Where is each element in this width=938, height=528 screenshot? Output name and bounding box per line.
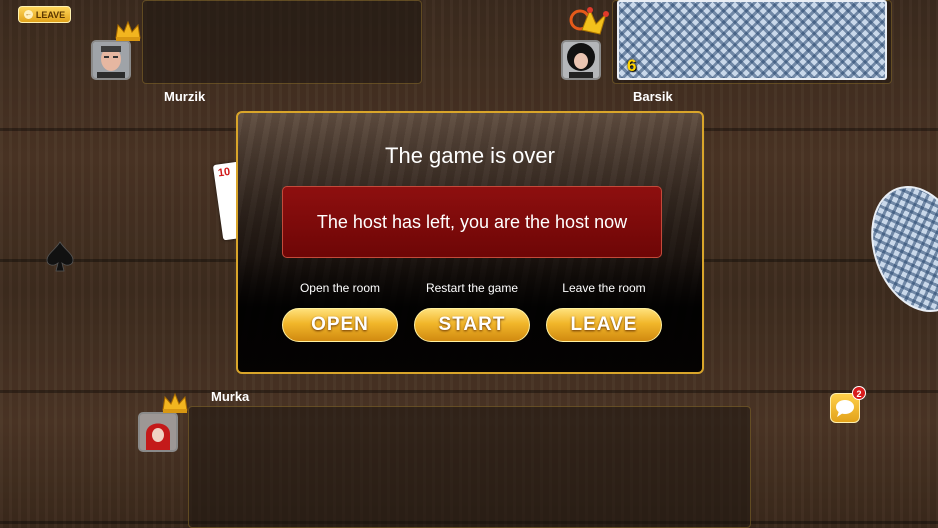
player-murzik-panel bbox=[142, 0, 422, 84]
opponent-hand-cards bbox=[617, 0, 887, 80]
dialog-title: The game is over bbox=[385, 143, 555, 168]
trump-suit-spade-icon bbox=[46, 241, 74, 272]
open-room-label: Open the room bbox=[299, 281, 381, 295]
avatar-face-icon bbox=[93, 42, 129, 78]
restart-game-label: Restart the game bbox=[425, 281, 519, 295]
open-button[interactable]: OPEN bbox=[282, 308, 398, 342]
leave-button[interactable]: ← LEAVE bbox=[18, 6, 71, 23]
opponent-card-count: 6 bbox=[627, 56, 637, 75]
game-over-dialog: The game is over The host has left, you … bbox=[236, 111, 704, 374]
my-hand-panel bbox=[188, 406, 751, 528]
player-name-murka: Murka bbox=[211, 389, 250, 404]
player-murzik-avatar[interactable] bbox=[91, 40, 131, 80]
leave-room-label: Leave the room bbox=[562, 281, 646, 295]
start-button[interactable]: START bbox=[414, 308, 530, 342]
player-name-murzik: Murzik bbox=[164, 89, 206, 104]
avatar-face-icon bbox=[140, 414, 176, 450]
chat-unread-badge: 2 bbox=[852, 386, 866, 400]
player-name-barsik: Barsik bbox=[633, 89, 673, 104]
deck-pile bbox=[854, 172, 938, 326]
host-crown-icon bbox=[115, 20, 141, 41]
back-arrow-icon: ← bbox=[23, 10, 33, 19]
avatar-face-icon bbox=[563, 42, 599, 78]
host-message-text: The host has left, you are the host now bbox=[316, 211, 628, 232]
host-message: The host has left, you are the host now bbox=[282, 186, 662, 258]
player-murka-avatar[interactable] bbox=[138, 412, 178, 452]
leave-room-button[interactable]: LEAVE bbox=[546, 308, 662, 342]
player-barsik-avatar[interactable] bbox=[561, 40, 601, 80]
host-crown-icon bbox=[162, 392, 188, 413]
jester-hat-icon bbox=[569, 7, 609, 35]
leave-button-label: LEAVE bbox=[35, 9, 66, 20]
